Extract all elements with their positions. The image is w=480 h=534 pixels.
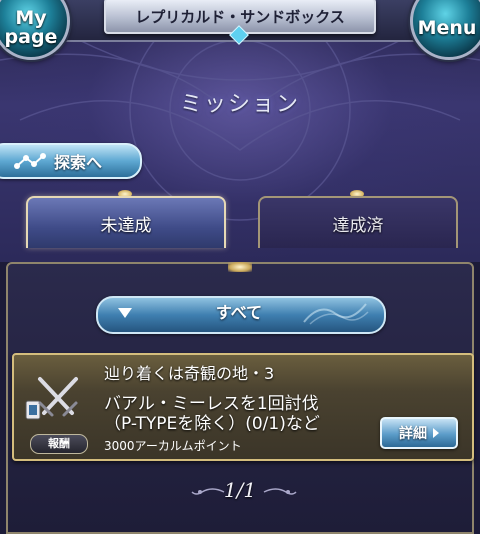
pagination-indicator: 1/1: [223, 478, 257, 502]
panel-ornament-icon: [228, 262, 252, 272]
reward-badge: 報酬: [30, 434, 88, 454]
tab-label: 達成済: [332, 215, 384, 236]
menu-label: Menu: [417, 16, 477, 39]
detail-button[interactable]: 詳細: [380, 417, 458, 449]
page-title: レプリカルド・サンドボックス: [135, 7, 345, 26]
chevron-right-icon: [433, 428, 439, 438]
tab-label: 未達成: [100, 215, 152, 236]
explore-button[interactable]: 探索へ: [0, 143, 142, 179]
section-heading: ミッション: [179, 92, 300, 117]
reward-text: 3000アーカルムポイント: [104, 439, 242, 453]
detail-button-label: 詳細: [399, 426, 427, 442]
explore-button-label: 探索へ: [54, 153, 103, 172]
tab-incomplete[interactable]: 未達成: [26, 196, 226, 248]
pager-ornament-right: [263, 488, 297, 495]
route-nodes-icon: [14, 153, 46, 169]
crossed-swords-icon: [25, 377, 78, 420]
mission-description: （P-TYPEを除く）(0/1)など: [104, 414, 320, 434]
filter-selected-label: すべて: [215, 303, 263, 322]
mission-title: 辿り着くは奇観の地・3: [104, 364, 275, 383]
tab-complete[interactable]: 達成済: [258, 196, 458, 248]
mypage-label-line2: page: [4, 26, 58, 48]
